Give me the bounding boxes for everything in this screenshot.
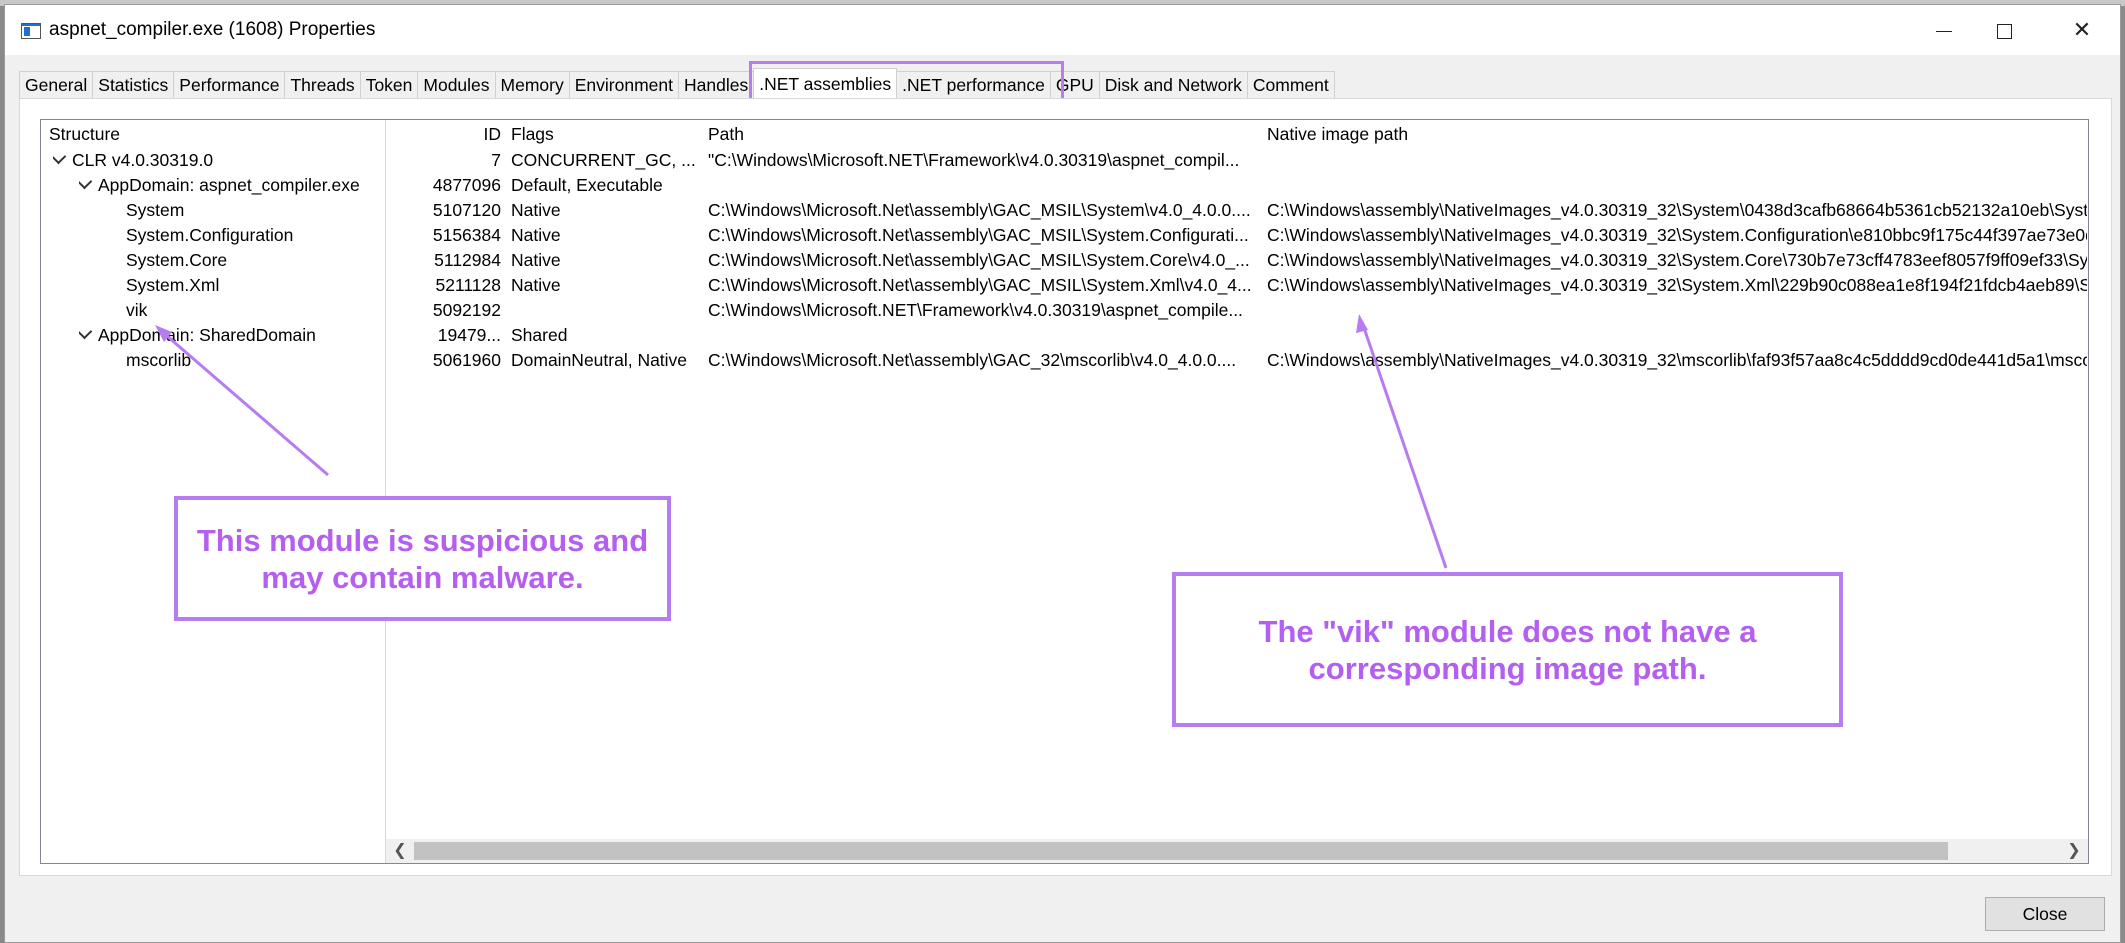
window-close-button[interactable]: ✕ <box>2043 5 2121 55</box>
tab-handles[interactable]: Handles <box>678 71 755 98</box>
close-icon: ✕ <box>2072 17 2092 42</box>
tab-performance[interactable]: Performance <box>173 71 286 98</box>
cell-path: C:\Windows\Microsoft.Net\assembly\GAC_MS… <box>708 250 1250 270</box>
cell-flags: Native <box>511 225 561 245</box>
tab-panel: Structure ID Flags Path Native image pat… <box>19 98 2112 876</box>
cell-path: C:\Windows\Microsoft.NET\Framework\v4.0.… <box>708 300 1243 320</box>
tree-node-label: System.Configuration <box>126 225 294 245</box>
cell-native-path: C:\Windows\assembly\NativeImages_v4.0.30… <box>1267 200 2087 220</box>
properties-window: aspnet_compiler.exe (1608) Properties ✕ … <box>4 4 2121 943</box>
chevron-down-icon[interactable] <box>79 323 93 340</box>
tab-gpu[interactable]: GPU <box>1049 71 1100 98</box>
maximize-button[interactable] <box>1965 5 2043 55</box>
tree-node-label: System.Core <box>126 250 228 270</box>
cell-native-path: C:\Windows\assembly\NativeImages_v4.0.30… <box>1267 275 2087 295</box>
cell-path: C:\Windows\Microsoft.Net\assembly\GAC_MS… <box>708 225 1249 245</box>
cell-native-path: C:\Windows\assembly\NativeImages_v4.0.30… <box>1267 250 2087 270</box>
tab-environment[interactable]: Environment <box>568 71 679 98</box>
cell-path: C:\Windows\Microsoft.Net\assembly\GAC_32… <box>708 350 1237 370</box>
table-row[interactable]: mscorlib 5061960 DomainNeutral, Native C… <box>41 348 2088 373</box>
cell-flags: Native <box>511 275 561 295</box>
tab-threads[interactable]: Threads <box>284 71 361 98</box>
cell-path: C:\Windows\Microsoft.Net\assembly\GAC_MS… <box>708 200 1251 220</box>
tab-strip: General Statistics Performance Threads T… <box>19 68 1335 99</box>
cell-id: 4877096 <box>432 175 501 195</box>
cell-native-path: C:\Windows\assembly\NativeImages_v4.0.30… <box>1267 225 2087 245</box>
tab-comment[interactable]: Comment <box>1246 71 1335 98</box>
window-title: aspnet_compiler.exe (1608) Properties <box>49 19 376 40</box>
cell-id: 5107120 <box>432 200 501 220</box>
cell-path: "C:\Windows\Microsoft.NET\Framework\v4.0… <box>708 150 1240 170</box>
scrollbar-thumb[interactable] <box>414 842 1948 860</box>
tab-disk-and-network[interactable]: Disk and Network <box>1098 71 1248 98</box>
annotation-suspicious-module: This module is suspicious and may contai… <box>174 496 671 621</box>
cell-native-path: C:\Windows\assembly\NativeImages_v4.0.30… <box>1267 350 2087 370</box>
tab-general[interactable]: General <box>19 71 94 98</box>
title-bar: aspnet_compiler.exe (1608) Properties ✕ <box>5 5 2120 55</box>
cell-id: 7 <box>491 150 501 170</box>
scroll-right-icon[interactable]: ❯ <box>2062 839 2086 863</box>
header-path[interactable]: Path <box>708 120 744 148</box>
header-native-image-path[interactable]: Native image path <box>1267 120 1408 148</box>
horizontal-scrollbar[interactable]: ❮ ❯ <box>386 839 2088 863</box>
annotation-left-line1: This module is suspicious and <box>196 522 649 558</box>
scroll-left-icon[interactable]: ❮ <box>388 839 412 863</box>
cell-id: 5112984 <box>434 250 501 270</box>
tree-node-label: vik <box>126 300 148 320</box>
tab-modules[interactable]: Modules <box>417 71 496 98</box>
tab-net-assemblies[interactable]: .NET assemblies <box>753 68 898 98</box>
tree-node-label: AppDomain: aspnet_compiler.exe <box>98 175 360 195</box>
cell-flags: CONCURRENT_GC, ... <box>511 150 696 170</box>
maximize-icon <box>1996 23 2012 39</box>
tree-node-label: System.Xml <box>126 275 220 295</box>
tree-node-label: AppDomain: SharedDomain <box>98 325 316 345</box>
table-row[interactable]: System.Core 5112984 Native C:\Windows\Mi… <box>41 248 2088 273</box>
annotation-right-line2: corresponding image path. <box>1308 650 1707 686</box>
annotation-left-line2: may contain malware. <box>261 559 584 595</box>
chevron-down-icon[interactable] <box>53 148 67 165</box>
cell-id: 5211128 <box>435 275 501 295</box>
header-flags[interactable]: Flags <box>511 120 554 148</box>
table-row[interactable]: vik 5092192 C:\Windows\Microsoft.NET\Fra… <box>41 298 2088 323</box>
window-app-icon <box>21 23 41 39</box>
cell-path: C:\Windows\Microsoft.Net\assembly\GAC_MS… <box>708 275 1252 295</box>
cell-id: 5156384 <box>432 225 501 245</box>
cell-flags: Native <box>511 250 561 270</box>
assemblies-tree-grid[interactable]: Structure ID Flags Path Native image pat… <box>40 119 2089 864</box>
cell-id: 5061960 <box>432 350 501 370</box>
annotation-missing-image-path: The "vik" module does not have a corresp… <box>1172 572 1843 727</box>
cell-flags: Native <box>511 200 561 220</box>
annotation-right-line1: The "vik" module does not have a <box>1258 613 1757 649</box>
table-row[interactable]: AppDomain: SharedDomain 19479... Shared <box>41 323 2088 348</box>
tab-net-performance[interactable]: .NET performance <box>896 71 1051 98</box>
cell-flags: Shared <box>511 325 568 345</box>
tree-node-label: mscorlib <box>126 350 192 370</box>
tree-node-label: CLR v4.0.30319.0 <box>72 150 214 170</box>
table-row[interactable]: AppDomain: aspnet_compiler.exe 4877096 D… <box>41 173 2088 198</box>
tree-node-label: System <box>126 200 185 220</box>
close-button[interactable]: Close <box>1985 897 2105 931</box>
table-row[interactable]: System 5107120 Native C:\Windows\Microso… <box>41 198 2088 223</box>
header-structure[interactable]: Structure <box>49 120 120 148</box>
cell-id: 5092192 <box>432 300 501 320</box>
table-row[interactable]: System.Configuration 5156384 Native C:\W… <box>41 223 2088 248</box>
tab-statistics[interactable]: Statistics <box>92 71 175 98</box>
tab-memory[interactable]: Memory <box>494 71 570 98</box>
cell-flags: DomainNeutral, Native <box>511 350 688 370</box>
chevron-down-icon[interactable] <box>79 173 93 190</box>
table-row[interactable]: CLR v4.0.30319.0 7 CONCURRENT_GC, ... "C… <box>41 148 2088 173</box>
table-row[interactable]: System.Xml 5211128 Native C:\Windows\Mic… <box>41 273 2088 298</box>
minimize-icon <box>1936 30 1952 32</box>
header-id[interactable]: ID <box>461 120 502 148</box>
cell-id: 19479... <box>437 325 501 345</box>
cell-flags: Default, Executable <box>511 175 663 195</box>
tab-token[interactable]: Token <box>359 71 419 98</box>
